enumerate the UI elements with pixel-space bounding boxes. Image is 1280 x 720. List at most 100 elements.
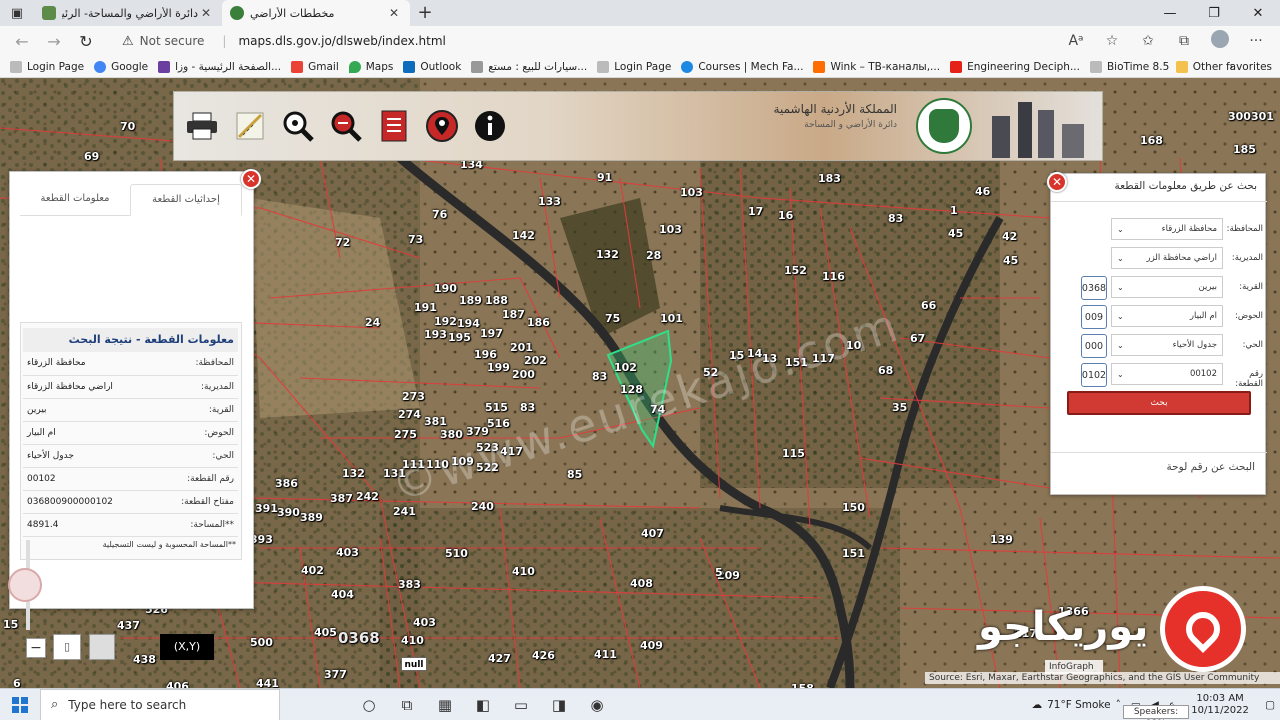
close-parcel-panel-button[interactable]: ✕ — [241, 169, 261, 189]
bookmark-item[interactable]: Gmail — [291, 60, 339, 73]
search-field-code[interactable]: 0102 — [1081, 363, 1107, 387]
bookmark-item[interactable]: Login Page — [597, 60, 671, 73]
parcel-number-label: 409 — [640, 639, 663, 652]
favorites-icon[interactable]: ✩ — [1130, 33, 1166, 49]
calculator-icon[interactable]: ▦ — [426, 689, 464, 720]
parcel-number-label: 194 — [457, 317, 480, 330]
gmail-icon — [291, 60, 304, 73]
outlook-icon[interactable]: ◨ — [540, 689, 578, 720]
new-tab-button[interactable]: + — [410, 0, 440, 26]
chevron-down-icon: ⌄ — [1117, 340, 1124, 350]
weather-icon[interactable]: ☁ — [1032, 699, 1043, 711]
search-button[interactable]: بحث — [1067, 391, 1251, 415]
weather-text: 71°F Smoke — [1047, 699, 1111, 711]
edge-icon[interactable]: ◉ — [578, 689, 616, 720]
file-explorer-icon[interactable]: ▭ — [502, 689, 540, 720]
locate-icon[interactable]: ▯ — [53, 634, 81, 660]
logo-pin-icon — [1160, 586, 1246, 672]
search-icon[interactable] — [324, 106, 368, 146]
bookmark-item[interactable]: الصفحة الرئيسية - وزا... — [158, 60, 281, 73]
parcel-number-label: 0368 — [338, 629, 380, 647]
tray-overflow-icon[interactable]: ˄ — [1116, 699, 1121, 711]
parcel-number-label: 70 — [120, 120, 136, 133]
map-canvas[interactable]: 70 69 134 91 103 183 76 133 17 16 46 83 1 45 42 72 73 142… — [0, 78, 1280, 688]
printer-icon[interactable] — [180, 106, 224, 146]
tab-dls-home[interactable]: دائرة الأراضي والمساحة- الرئيسية ✕ — [34, 0, 222, 26]
page-icon — [158, 60, 171, 73]
bookmark-item[interactable]: Courses | Mech Fa... — [681, 60, 803, 73]
parcel-number-label: 403 — [336, 546, 359, 559]
search-field-select[interactable]: ام البيار ⌄ — [1111, 305, 1223, 327]
board-number-search[interactable]: البحث عن رقم لوحة — [1051, 452, 1267, 482]
parcel-number-label: 5 — [715, 566, 723, 579]
refresh-icon[interactable]: ↻ — [70, 32, 102, 51]
close-search-panel-button[interactable]: ✕ — [1047, 172, 1067, 192]
bookmark-item[interactable]: Login Page — [10, 60, 84, 73]
compass-icon[interactable] — [8, 568, 42, 602]
bookmark-item[interactable]: Google — [94, 60, 148, 73]
search-field-select[interactable]: اراضي محافظة الزر ⌄ — [1111, 247, 1223, 269]
bookmark-item[interactable]: Outlook — [403, 60, 461, 73]
bookmark-item[interactable]: Wink – TB-каналы,... — [813, 60, 940, 73]
parcel-number-label: 151 — [842, 547, 865, 560]
grid-icon[interactable] — [89, 634, 115, 660]
info-icon[interactable] — [468, 106, 512, 146]
other-favorites[interactable]: Other favorites — [1175, 60, 1272, 73]
clock[interactable]: 10:03 AM 10/11/2022 — [1180, 693, 1260, 717]
search-field-select[interactable]: محافظة الزرقاء ⌄ — [1111, 218, 1223, 240]
parcel-number-label: 83 — [592, 370, 608, 383]
location-icon[interactable] — [420, 106, 464, 146]
forward-icon[interactable]: → — [38, 32, 70, 51]
search-field-row: الحي: جدول الأحياء ⌄ 000 — [1051, 334, 1267, 360]
task-view-icon[interactable]: ⧉ — [388, 689, 426, 720]
tab-parcel-coordinates[interactable]: إحداثيات القطعة — [130, 184, 242, 216]
collections-icon[interactable]: ⧉ — [1166, 33, 1202, 49]
bookmark-item[interactable]: Engineering Deciph... — [950, 60, 1080, 73]
search-field-code[interactable]: 0368 — [1081, 276, 1107, 300]
search-field-select[interactable]: جدول الأحياء ⌄ — [1111, 334, 1223, 356]
bookmark-item[interactable]: BioTime 8.5 — [1089, 60, 1169, 73]
tab-parcel-info[interactable]: معلومات القطعة — [20, 184, 130, 215]
info-row: القرية: بيرين — [23, 398, 238, 422]
measure-icon[interactable] — [228, 106, 272, 146]
select-value: بيرين — [1198, 282, 1217, 292]
profile-icon[interactable] — [1202, 30, 1238, 52]
search-field-select[interactable]: بيرين ⌄ — [1111, 276, 1223, 298]
parcel-number-label: 183 — [818, 172, 841, 185]
menu-icon[interactable]: ··· — [1238, 33, 1274, 49]
store-icon[interactable]: ◧ — [464, 689, 502, 720]
url-field[interactable]: ⚠ Not secure | maps.dls.gov.jo/dlsweb/in… — [122, 29, 1102, 53]
parcel-number-label: 202 — [524, 354, 547, 367]
parcel-search-panel: بحث عن طريق معلومات القطعة المحافظة: محاف… — [1050, 173, 1267, 495]
bookmark-item[interactable]: سيارات للبيع : مستع... — [471, 60, 587, 73]
start-button[interactable] — [0, 689, 40, 720]
parcel-number-label: 17 — [748, 205, 764, 218]
tab-actions-icon[interactable]: ▣ — [0, 0, 34, 26]
notifications-icon[interactable]: ▢ — [1265, 699, 1275, 711]
parcel-number-label: 437 — [117, 619, 140, 632]
zoom-out-button[interactable]: − — [26, 638, 46, 658]
tab-land-maps[interactable]: مخططات الأراضي ✕ — [222, 0, 410, 26]
bookmark-item[interactable]: Maps — [348, 60, 393, 73]
add-favorite-icon[interactable]: ☆ — [1094, 33, 1130, 49]
search-field-label: المديرية: — [1231, 253, 1263, 263]
xy-coordinates-button[interactable]: (X,Y) — [160, 634, 214, 660]
search-field-label: رقم القطعة: — [1235, 369, 1263, 389]
search-field-code[interactable]: 009 — [1081, 305, 1107, 329]
report-icon[interactable] — [372, 106, 416, 146]
clock-time: 10:03 AM — [1196, 693, 1244, 704]
taskbar-search[interactable]: ⌕ Type here to search — [40, 688, 280, 720]
close-window-icon[interactable]: ✕ — [1236, 0, 1280, 26]
zoom-search-icon[interactable] — [276, 106, 320, 146]
tab-close-icon[interactable]: ✕ — [198, 6, 214, 20]
search-field-select[interactable]: 00102 ⌄ — [1111, 363, 1223, 385]
tab-close-icon[interactable]: ✕ — [386, 6, 402, 20]
search-field-code[interactable]: 000 — [1081, 334, 1107, 358]
back-icon[interactable]: ← — [6, 32, 38, 51]
restore-icon[interactable]: ❐ — [1192, 0, 1236, 26]
cortana-icon[interactable]: ○ — [350, 689, 388, 720]
parcel-number-label: 91 — [597, 171, 613, 184]
read-aloud-icon[interactable]: Aᵃ — [1058, 33, 1094, 49]
minimize-icon[interactable]: — — [1148, 0, 1192, 26]
parcel-number-label: 103 — [680, 186, 703, 199]
